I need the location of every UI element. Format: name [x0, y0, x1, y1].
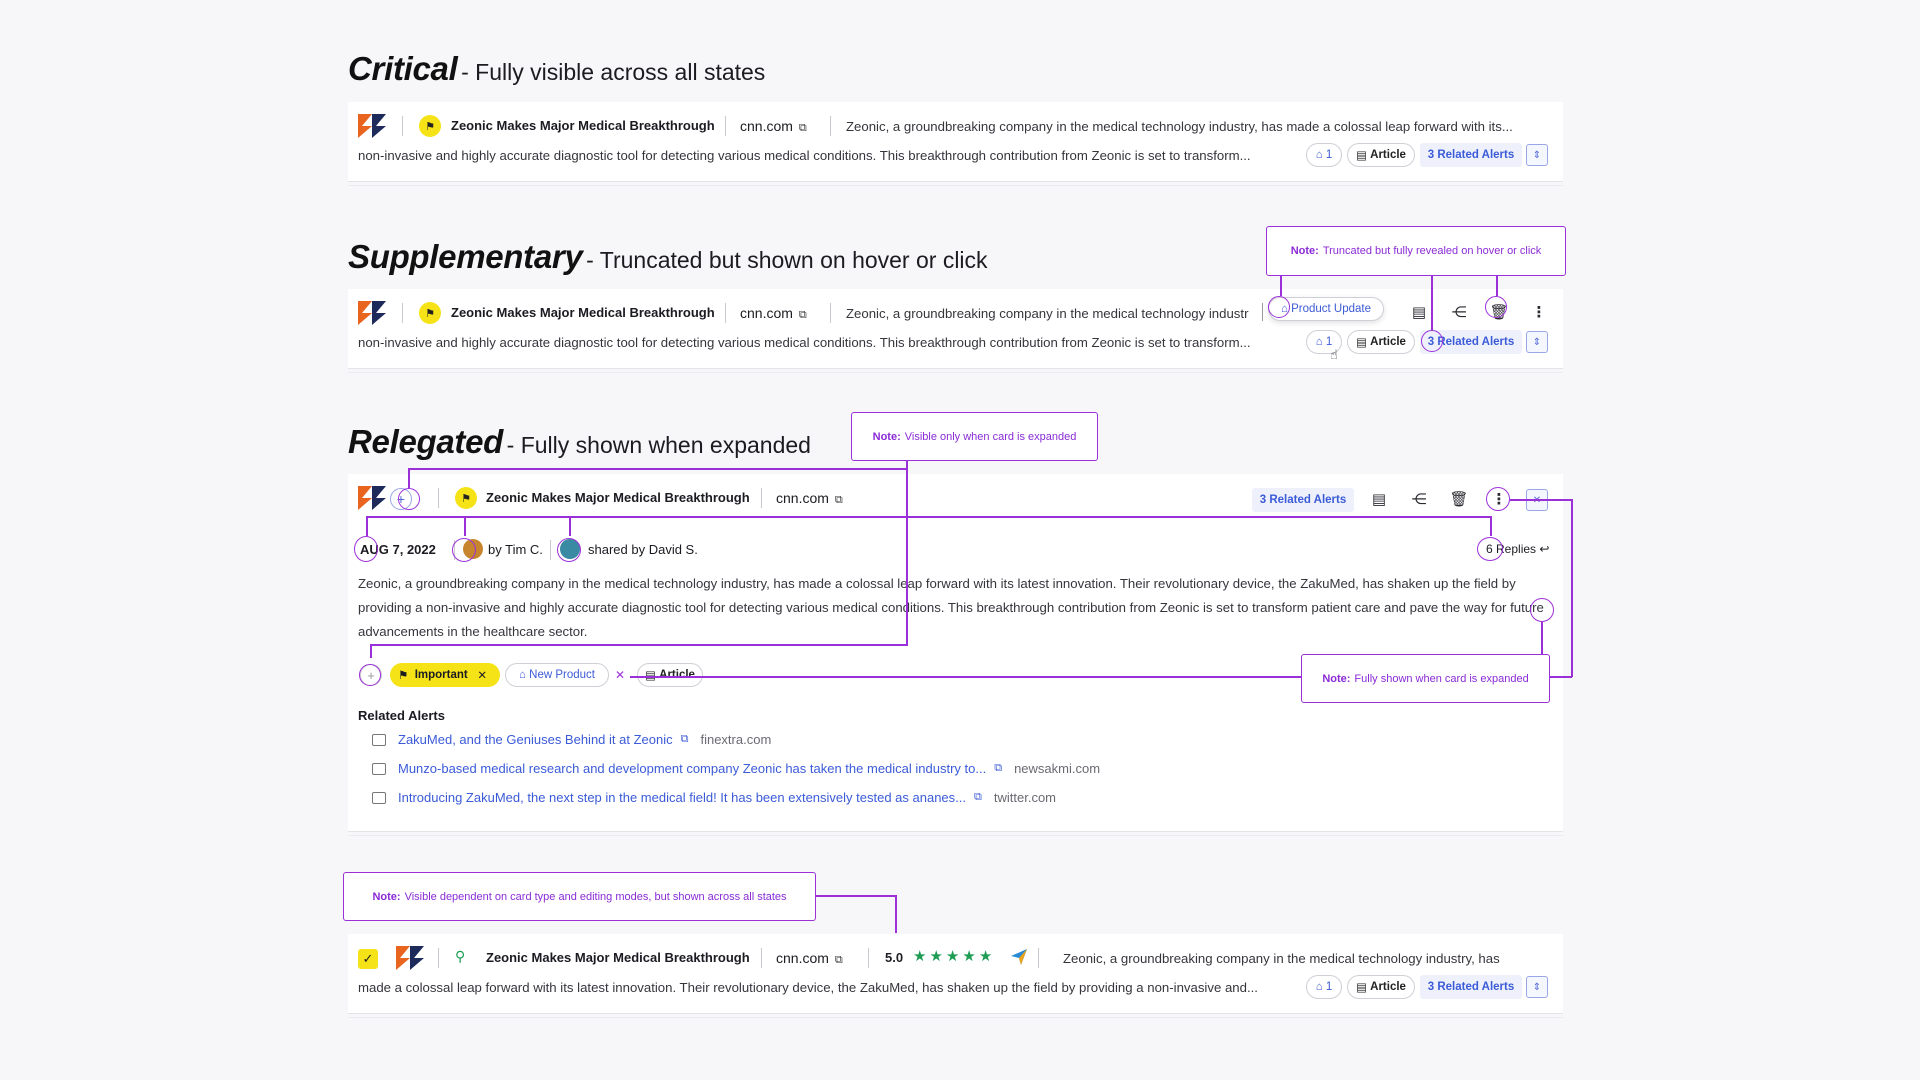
cursor-icon: ☝: [1330, 347, 1338, 362]
location-pin-icon[interactable]: ⚲: [455, 948, 465, 965]
star-rating[interactable]: ★ ★ ★ ★ ★: [913, 947, 995, 965]
note-truncated: Note: Truncated but fully revealed on hov…: [1266, 226, 1566, 276]
article-icon: [372, 791, 386, 804]
alert-body: Zeonic, a groundbreaking company in the …: [358, 576, 1544, 639]
shared-by: shared by David S.: [588, 542, 698, 557]
tag-icon: ⌂: [519, 669, 526, 681]
related-alerts-heading: Related Alerts: [358, 708, 445, 723]
flag-icon: ⚑: [398, 670, 409, 682]
star-icon: ★: [962, 948, 976, 965]
alert-summary-line1: Zeonic, a groundbreaking company in the …: [1063, 951, 1500, 966]
article-icon: [372, 733, 386, 746]
external-link-icon: ⧉: [798, 309, 807, 321]
section-title: Supplementary: [348, 238, 583, 275]
article-icon: ▤: [645, 668, 656, 682]
tag-icon: ⌂: [1315, 149, 1323, 161]
section-title: Relegated: [348, 423, 504, 460]
related-alert-item[interactable]: ZakuMed, and the Geniuses Behind it at Z…: [372, 732, 771, 747]
tag-important[interactable]: ⚑ Important ✕: [390, 663, 500, 687]
alert-summary-line1: Zeonic, a groundbreaking company in the …: [846, 119, 1513, 134]
tag-icon: ⌂: [1315, 336, 1323, 348]
zeonic-logo-icon: [358, 486, 386, 510]
rating-value: 5.0: [885, 950, 904, 965]
tag-count-button[interactable]: ⌂ 1: [1306, 143, 1342, 167]
section-heading-relegated: Relegated - Fully shown when expanded: [348, 423, 811, 461]
article-icon: ▤: [1356, 982, 1367, 994]
external-link-icon: ⧉: [798, 122, 807, 134]
article-icon[interactable]: ▤: [1368, 488, 1390, 510]
alert-summary-line2: made a colossal leap forward with its la…: [358, 980, 1258, 995]
note-dependent: Note: Visible dependent on card type and …: [343, 872, 816, 921]
expand-icon[interactable]: ⇕: [1526, 331, 1548, 353]
tag-icon: ⌂: [1315, 981, 1323, 993]
expand-icon[interactable]: ⇕: [1526, 144, 1548, 166]
section-subtitle: - Truncated but shown on hover or click: [586, 247, 988, 273]
alert-summary-line1: Zeonic, a groundbreaking company in the …: [846, 306, 1249, 321]
article-type-button[interactable]: ▤ Article: [1347, 975, 1415, 999]
article-icon[interactable]: ▤: [1408, 301, 1430, 323]
flag-icon[interactable]: ⚑: [419, 115, 441, 137]
reply-icon: ↩: [1539, 542, 1550, 556]
share-icon[interactable]: ⋲: [1408, 488, 1430, 510]
flag-icon[interactable]: ⚑: [419, 302, 441, 324]
expand-icon[interactable]: ⇕: [1526, 976, 1548, 998]
related-alerts-button[interactable]: 3 Related Alerts: [1252, 488, 1354, 512]
section-subtitle: - Fully shown when expanded: [506, 432, 811, 458]
flag-icon[interactable]: ⚑: [455, 487, 477, 509]
alert-card-critical[interactable]: ⚑ Zeonic Makes Major Medical Breakthroug…: [348, 102, 1563, 186]
star-icon: ★: [929, 948, 943, 965]
alert-title[interactable]: Zeonic Makes Major Medical Breakthrough: [486, 950, 750, 965]
close-icon[interactable]: ✕: [477, 668, 487, 682]
star-icon: ★: [913, 948, 927, 965]
article-icon: ▤: [1356, 150, 1367, 162]
note-expanded-only: Note: Visible only when card is expanded: [851, 412, 1098, 461]
alert-card-expanded[interactable]: + ⚑ Zeonic Makes Major Medical Breakthro…: [348, 474, 1563, 836]
tag-new-product[interactable]: ⌂ New Product: [505, 663, 609, 687]
article-type-button[interactable]: ▤ Article: [1347, 330, 1415, 354]
source-link[interactable]: cnn.com ⧉: [776, 950, 843, 967]
source-link[interactable]: cnn.com ⧉: [776, 490, 843, 507]
zeonic-logo-icon: [396, 946, 424, 970]
section-subtitle: - Fully visible across all states: [461, 59, 766, 85]
alert-card-supplementary[interactable]: ⚑ Zeonic Makes Major Medical Breakthroug…: [348, 289, 1563, 373]
article-type-button[interactable]: ▤ Article: [637, 663, 703, 687]
zeonic-logo-icon: [358, 301, 386, 325]
alert-card-rated[interactable]: ✓ ⚲ Zeonic Makes Major Medical Breakthro…: [348, 934, 1563, 1018]
article-icon: ▤: [1356, 337, 1367, 349]
section-heading-critical: Critical - Fully visible across all stat…: [348, 50, 765, 88]
related-alerts-button[interactable]: 3 Related Alerts: [1420, 143, 1522, 167]
related-alert-item[interactable]: Introducing ZakuMed, the next step in th…: [372, 790, 1056, 805]
source-link[interactable]: cnn.com ⧉: [740, 305, 807, 322]
external-link-icon: ⧉: [680, 733, 689, 745]
alert-summary-line2: non-invasive and highly accurate diagnos…: [358, 335, 1251, 350]
star-icon: ★: [945, 948, 960, 965]
alert-title[interactable]: Zeonic Makes Major Medical Breakthrough: [451, 305, 715, 320]
share-icon[interactable]: ⋲: [1448, 301, 1470, 323]
related-alert-item[interactable]: Munzo-based medical research and develop…: [372, 761, 1100, 776]
related-alerts-button[interactable]: 3 Related Alerts: [1420, 975, 1522, 999]
trash-icon[interactable]: 🗑: [1448, 488, 1470, 510]
zeonic-logo-icon: [358, 114, 386, 138]
alert-summary-line2: non-invasive and highly accurate diagnos…: [358, 148, 1251, 163]
check-icon[interactable]: ✓: [358, 949, 378, 969]
author-name: by Tim C.: [488, 542, 543, 557]
external-link-icon: ⧉: [834, 494, 843, 506]
article-type-button[interactable]: ▤ Article: [1347, 143, 1415, 167]
alert-title[interactable]: Zeonic Makes Major Medical Breakthrough: [486, 490, 750, 505]
external-link-icon: ⧉: [974, 791, 982, 803]
section-title: Critical: [348, 50, 458, 87]
close-icon[interactable]: ✕: [609, 664, 631, 686]
send-icon[interactable]: [1010, 948, 1028, 966]
alert-title[interactable]: Zeonic Makes Major Medical Breakthrough: [451, 118, 715, 133]
article-icon: [372, 762, 386, 775]
external-link-icon: ⧉: [834, 954, 843, 966]
source-link[interactable]: cnn.com ⧉: [740, 118, 807, 135]
external-link-icon: ⧉: [994, 762, 1003, 774]
tag-count-button[interactable]: ⌂ 1: [1306, 975, 1342, 999]
star-icon: ★: [978, 948, 993, 965]
more-icon[interactable]: ⋮: [1528, 301, 1550, 323]
section-heading-supplementary: Supplementary - Truncated but shown on h…: [348, 238, 988, 276]
note-fully-shown: Note: Fully shown when card is expanded: [1301, 654, 1550, 703]
